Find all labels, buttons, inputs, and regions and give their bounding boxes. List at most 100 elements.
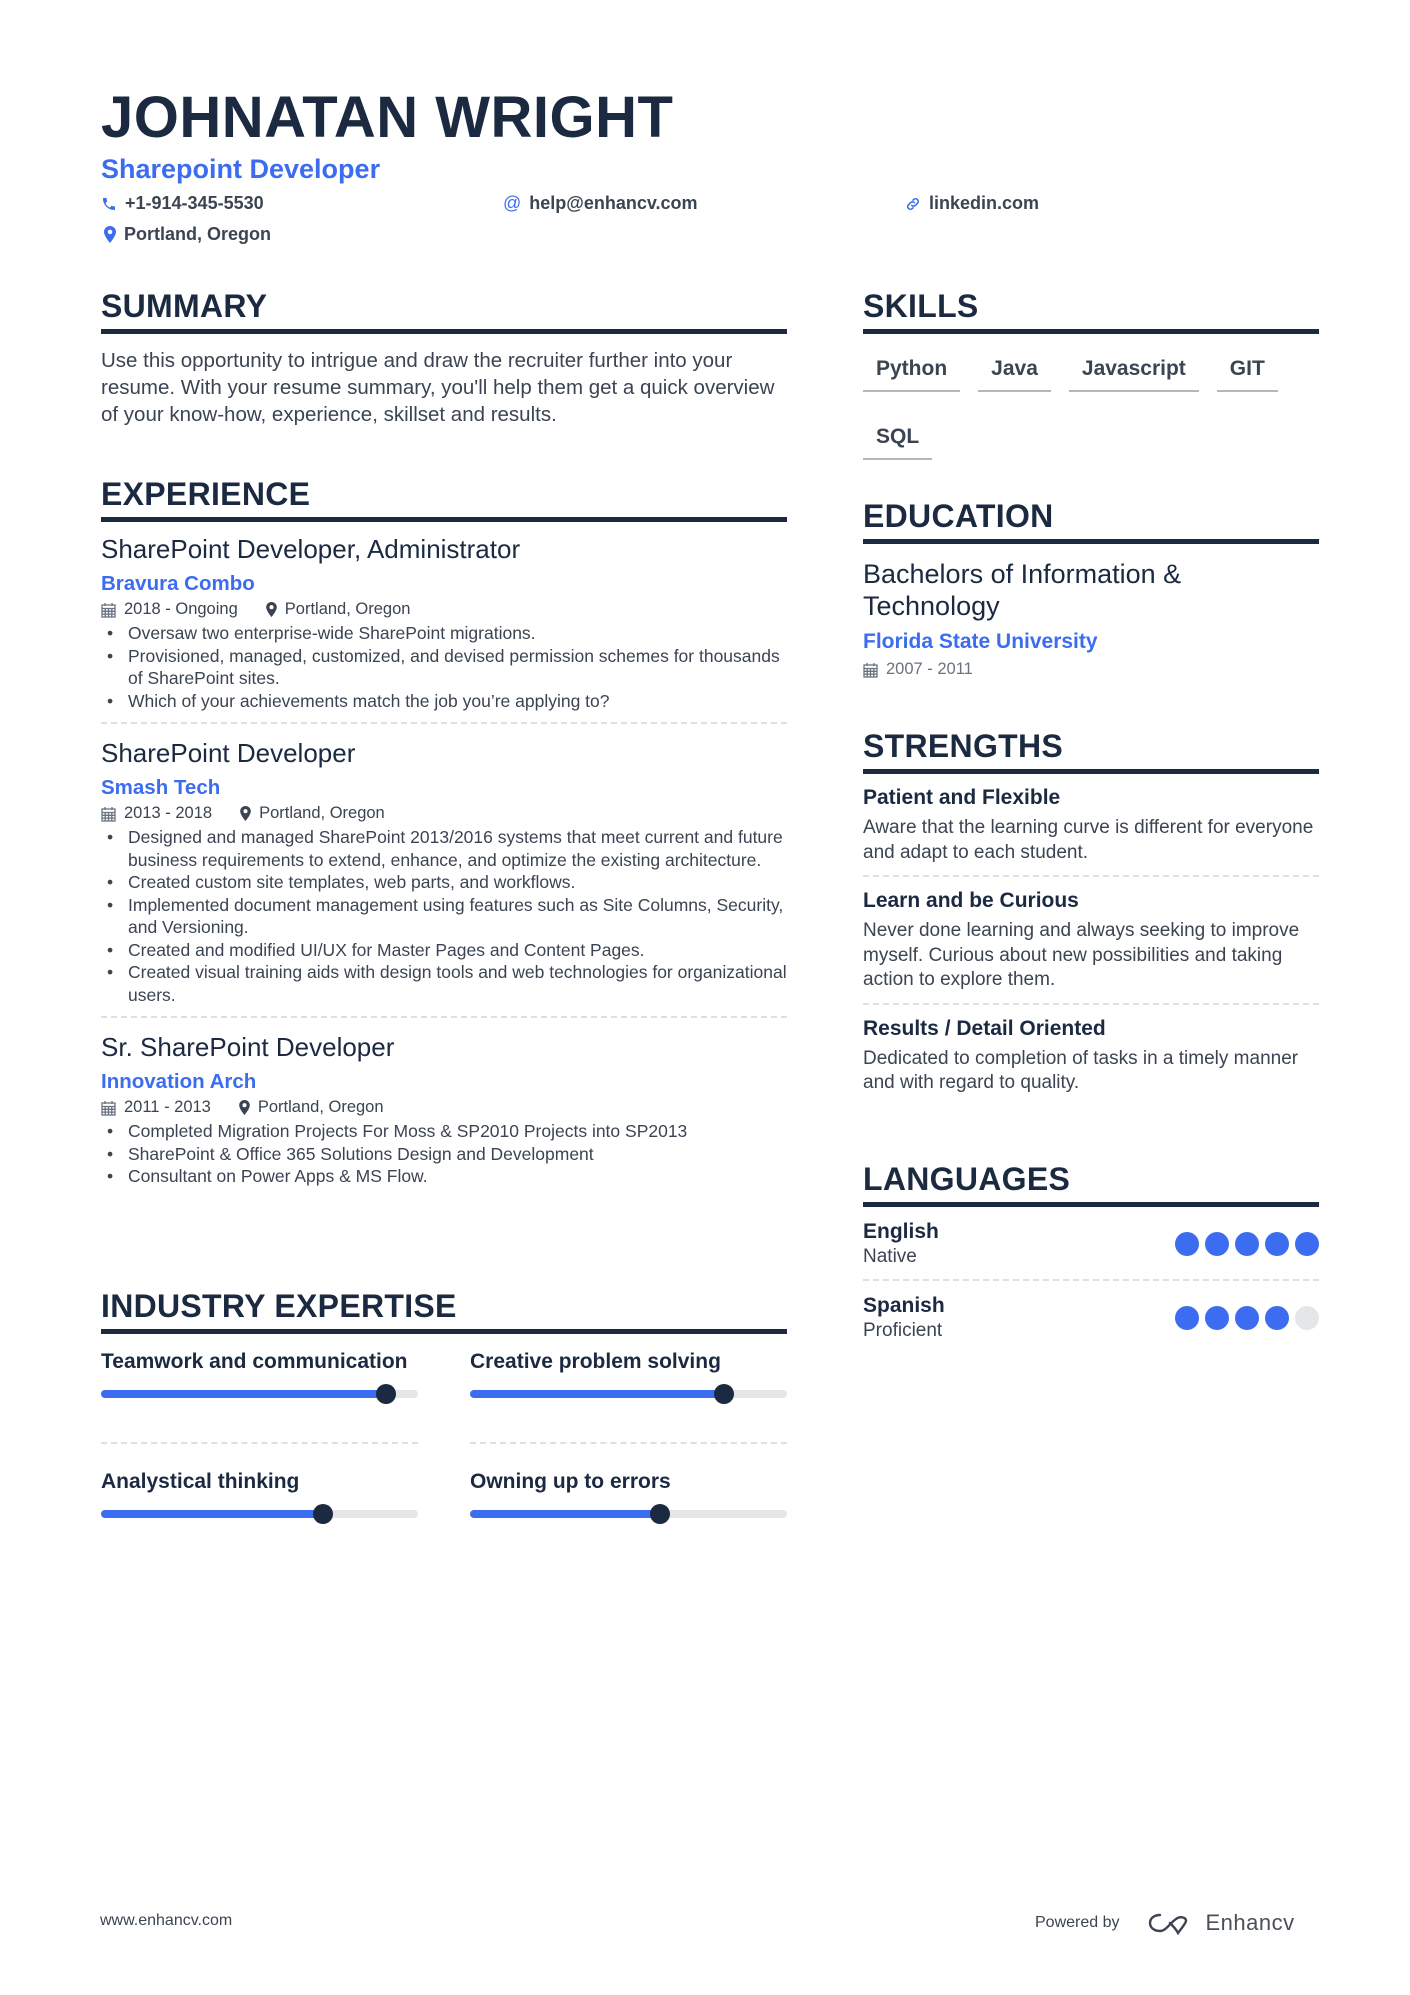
job-meta: 2011 - 2013 Portland, Oregon bbox=[101, 1098, 787, 1117]
job-location-text: Portland, Oregon bbox=[259, 804, 385, 822]
expertise-heading: INDUSTRY EXPERTISE bbox=[101, 1288, 787, 1334]
strength-item: Results / Detail Oriented Dedicated to co… bbox=[863, 1005, 1319, 1106]
rating-dot bbox=[1175, 1232, 1199, 1256]
bullet-item: SharePoint & Office 365 Solutions Design… bbox=[101, 1143, 787, 1166]
summary-text: Use this opportunity to intrigue and dra… bbox=[101, 349, 775, 426]
job-bullets: Designed and managed SharePoint 2013/201… bbox=[101, 826, 787, 1006]
calendar-icon bbox=[863, 662, 878, 678]
expertise-slider-fill bbox=[470, 1510, 661, 1518]
language-info: Spanish Proficient bbox=[863, 1293, 945, 1343]
strength-title: Learn and be Curious bbox=[863, 889, 1079, 912]
phone-text: +1-914-345-5530 bbox=[125, 193, 264, 213]
job-bullets: Oversaw two enterprise-wide SharePoint m… bbox=[101, 622, 787, 712]
bullet-item: Oversaw two enterprise-wide SharePoint m… bbox=[101, 622, 787, 645]
calendar-icon bbox=[101, 1100, 116, 1116]
job-title: SharePoint Developer bbox=[101, 738, 356, 768]
language-level: Native bbox=[863, 1246, 917, 1267]
expertise-label: Owning up to errors bbox=[470, 1470, 671, 1493]
skill-tag: Java bbox=[978, 348, 1051, 392]
expertise-slider-fill bbox=[101, 1390, 387, 1398]
language-info: English Native bbox=[863, 1219, 939, 1269]
job-meta: 2013 - 2018 Portland, Oregon bbox=[101, 804, 787, 823]
brand-name: Enhancv bbox=[1205, 1910, 1295, 1935]
company-name[interactable]: Innovation Arch bbox=[101, 1068, 787, 1096]
job-bullets: Completed Migration Projects For Moss & … bbox=[101, 1120, 787, 1188]
job-location: Portland, Oregon bbox=[265, 600, 410, 619]
skill-tag: Python bbox=[863, 348, 961, 392]
company-name[interactable]: Bravura Combo bbox=[101, 570, 787, 598]
job-list: SharePoint Developer, Administrator Bravu… bbox=[101, 532, 787, 1198]
rating-dot bbox=[1265, 1232, 1289, 1256]
job-location: Portland, Oregon bbox=[239, 1098, 384, 1117]
email-text: help@enhancv.com bbox=[529, 193, 698, 213]
summary-section: SUMMARY Use this opportunity to intrigue… bbox=[101, 288, 787, 428]
strengths-list: Patient and Flexible Aware that the learn… bbox=[863, 774, 1319, 1106]
phone-icon bbox=[103, 197, 115, 210]
location-pin-icon bbox=[104, 226, 116, 243]
expertise-slider-track bbox=[470, 1384, 787, 1404]
location-text: Portland, Oregon bbox=[124, 224, 272, 244]
phone-contact[interactable]: +1-914-345-5530 bbox=[101, 193, 264, 214]
job-entry: Sr. SharePoint Developer Innovation Arch 2… bbox=[101, 1030, 787, 1198]
bullet-item: Completed Migration Projects For Moss & … bbox=[101, 1120, 787, 1143]
location-contact: Portland, Oregon bbox=[104, 224, 271, 245]
languages-section: LANGUAGES English Native Spanish Proficient bbox=[863, 1161, 1319, 1353]
bullet-item: Provisioned, managed, customized, and de… bbox=[101, 645, 787, 690]
job-entry: SharePoint Developer Smash Tech 2013 - 201… bbox=[101, 736, 787, 1018]
expertise-slider-knob bbox=[312, 1504, 333, 1524]
strength-description: Aware that the learning curve is differe… bbox=[863, 817, 1314, 863]
expertise-label: Teamwork and communication bbox=[101, 1350, 408, 1373]
strength-item: Patient and Flexible Aware that the learn… bbox=[863, 774, 1319, 877]
languages-heading: LANGUAGES bbox=[863, 1161, 1319, 1207]
bullet-item: Implemented document management using fe… bbox=[101, 894, 787, 939]
skills-section: SKILLS Python Java Javascript GIT SQL bbox=[863, 288, 1319, 484]
language-name: English bbox=[863, 1220, 939, 1243]
bullet-item: Created and modified UI/UX for Master Pa… bbox=[101, 939, 787, 962]
bullet-item: Created custom site templates, web parts… bbox=[101, 871, 787, 894]
expertise-label: Analystical thinking bbox=[101, 1470, 300, 1493]
candidate-title: Sharepoint Developer bbox=[101, 154, 381, 184]
job-dates-text: 2013 - 2018 bbox=[124, 804, 213, 822]
education-dates: 2007 - 2011 bbox=[863, 660, 1319, 679]
calendar-icon bbox=[101, 602, 116, 618]
expertise-slider-track bbox=[101, 1384, 418, 1404]
enhancv-logo-icon bbox=[1148, 1913, 1187, 1935]
powered-by: Powered by Enhancv bbox=[1035, 1910, 1295, 1936]
linkedin-contact[interactable]: linkedin.com bbox=[905, 193, 1039, 214]
job-dates: 2018 - Ongoing bbox=[101, 600, 238, 619]
language-item: English Native bbox=[863, 1207, 1319, 1281]
rating-dot bbox=[1295, 1306, 1319, 1330]
expertise-item: Analystical thinking bbox=[101, 1468, 418, 1544]
expertise-item: Teamwork and communication bbox=[101, 1348, 418, 1444]
expertise-item: Owning up to errors bbox=[470, 1468, 787, 1544]
linkedin-text: linkedin.com bbox=[929, 193, 1040, 213]
skills-heading: SKILLS bbox=[863, 288, 1319, 334]
expertise-section: INDUSTRY EXPERTISE Teamwork and communic… bbox=[101, 1288, 787, 1544]
skill-tag: Javascript bbox=[1068, 348, 1199, 392]
bullet-item: Created visual training aids with design… bbox=[101, 961, 787, 1006]
language-item: Spanish Proficient bbox=[863, 1281, 1319, 1353]
job-title: Sr. SharePoint Developer bbox=[101, 1032, 395, 1062]
strength-description: Dedicated to completion of tasks in a ti… bbox=[863, 1047, 1299, 1094]
job-dates: 2011 - 2013 bbox=[101, 1098, 211, 1117]
job-title: SharePoint Developer, Administrator bbox=[101, 534, 521, 564]
strength-description: Never done learning and always seeking t… bbox=[863, 920, 1300, 990]
skills-list: Python Java Javascript GIT SQL bbox=[863, 348, 1319, 484]
education-section: EDUCATION Bachelors of Information & Tec… bbox=[863, 498, 1319, 679]
expertise-slider-track bbox=[470, 1504, 787, 1524]
bullet-item: Which of your achievements match the job… bbox=[101, 690, 787, 713]
education-dates-text: 2007 - 2011 bbox=[886, 660, 973, 678]
skill-tag: SQL bbox=[863, 416, 933, 460]
rating-dot bbox=[1235, 1306, 1259, 1330]
email-contact[interactable]: @ help@enhancv.com bbox=[503, 193, 698, 214]
job-meta: 2018 - Ongoing Portland, Oregon bbox=[101, 600, 787, 619]
footer-url[interactable]: www.enhancv.com bbox=[100, 1912, 232, 1930]
expertise-grid: Teamwork and communication Creative probl… bbox=[101, 1348, 787, 1544]
rating-dot bbox=[1205, 1232, 1229, 1256]
rating-dot bbox=[1235, 1232, 1259, 1256]
strength-title: Patient and Flexible bbox=[863, 786, 1061, 809]
company-name[interactable]: Smash Tech bbox=[101, 774, 787, 802]
powered-by-text: Powered by bbox=[1035, 1914, 1120, 1931]
summary-heading: SUMMARY bbox=[101, 288, 787, 334]
location-pin-icon bbox=[240, 806, 251, 821]
